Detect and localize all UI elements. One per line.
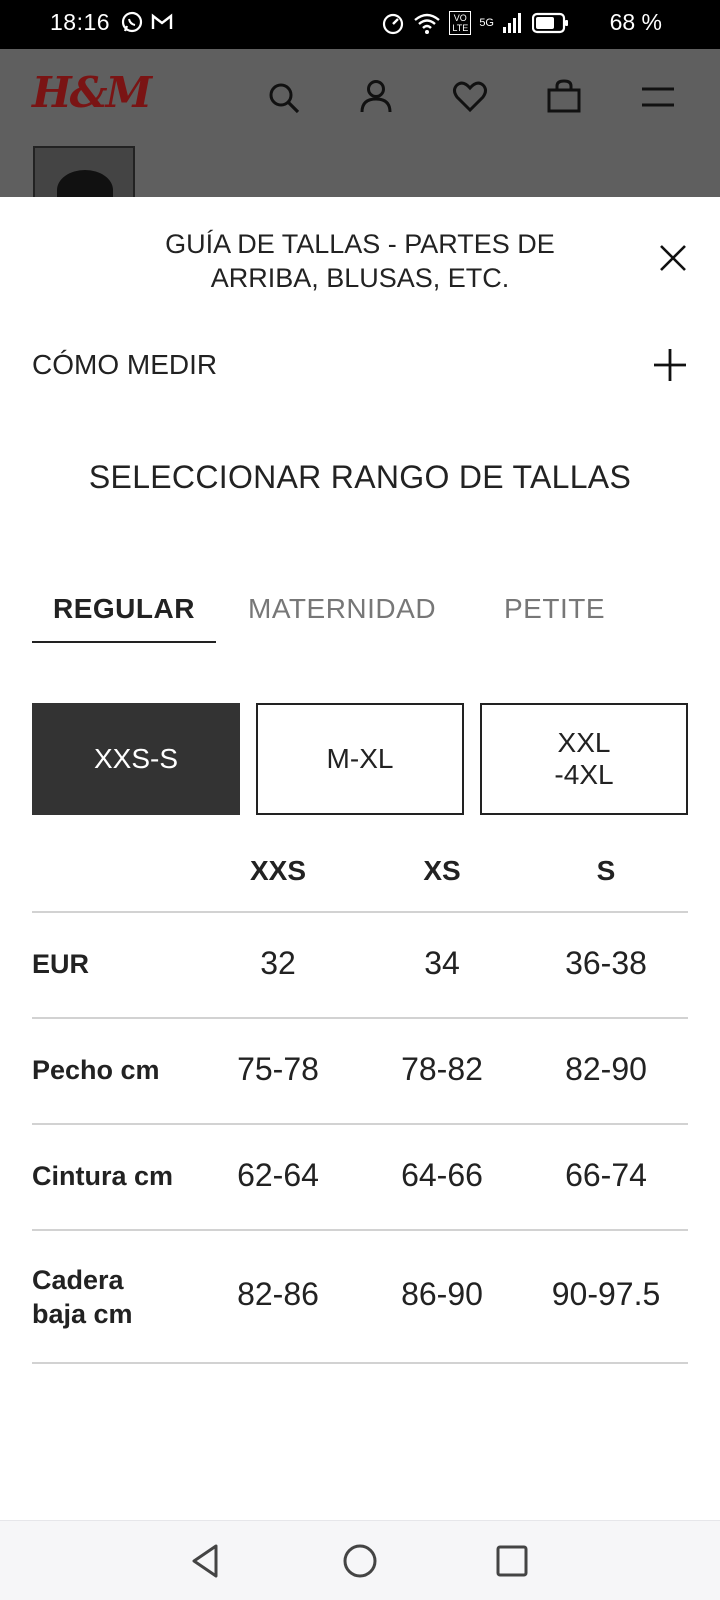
range-m-xl-button[interactable]: M-XL — [256, 703, 464, 815]
tab-petite[interactable]: PETITE — [504, 587, 605, 631]
product-thumbnail — [33, 146, 135, 197]
range-label: XXL-4XL — [554, 727, 614, 790]
account-icon[interactable] — [358, 78, 394, 114]
range-xxs-s-button[interactable]: XXS-S — [32, 703, 240, 815]
search-icon[interactable] — [266, 80, 302, 116]
status-time: 18:16 — [50, 9, 111, 35]
how-to-measure-accordion[interactable]: CÓMO MEDIR — [32, 345, 688, 385]
system-icons: VO LTE 5G — [381, 11, 570, 35]
sheet-title-line1: GUÍA DE TALLAS - PARTES DE — [165, 229, 555, 259]
range-label: XXS-S — [93, 743, 179, 774]
table-cell: 64-66 — [401, 1157, 483, 1193]
size-guide-sheet: GUÍA DE TALLAS - PARTES DE ARRIBA, BLUSA… — [0, 197, 720, 1520]
row-label: EUR — [32, 949, 90, 979]
row-label: Cadera baja cm — [32, 1265, 133, 1329]
network-badge: 5G — [479, 17, 494, 29]
table-row: Cadera baja cm 82-86 86-90 90-97.5 — [32, 1231, 688, 1364]
speed-icon — [383, 13, 404, 35]
table-header-row: XXS XS S — [32, 837, 688, 913]
plus-icon[interactable] — [652, 347, 688, 383]
volte-badge: VO LTE — [449, 11, 472, 35]
home-icon[interactable] — [338, 1539, 382, 1583]
table-row: Pecho cm 75-78 78-82 82-90 — [32, 1019, 688, 1125]
heart-icon[interactable] — [452, 79, 488, 115]
size-table: XXS XS S EUR 32 34 36-38 Pecho cm 75-78 … — [32, 837, 688, 1364]
column-header: XS — [423, 855, 461, 886]
whatsapp-icon — [121, 11, 143, 33]
column-header: XXS — [249, 855, 307, 886]
gmail-icon — [151, 13, 173, 29]
table-cell: 66-74 — [565, 1157, 647, 1193]
table-cell: 82-90 — [565, 1051, 647, 1087]
table-cell: 62-64 — [237, 1157, 319, 1193]
table-cell: 78-82 — [401, 1051, 483, 1087]
how-to-measure-label: CÓMO MEDIR — [32, 349, 218, 380]
close-icon[interactable] — [658, 243, 688, 273]
table-cell: 86-90 — [401, 1276, 483, 1312]
wifi-icon — [414, 13, 441, 34]
row-label: Cintura cm — [32, 1161, 174, 1191]
battery-icon — [532, 12, 568, 34]
sheet-title-line2: ARRIBA, BLUSAS, ETC. — [210, 263, 510, 293]
table-cell: 34 — [424, 945, 460, 981]
site-header: H&M — [0, 49, 720, 197]
notification-icons — [120, 10, 174, 34]
shopping-bag-icon[interactable] — [546, 78, 582, 114]
table-cell: 75-78 — [237, 1051, 319, 1087]
size-type-tabs: REGULAR MATERNIDAD PETITE — [32, 587, 688, 643]
table-cell: 36-38 — [565, 945, 647, 981]
range-xxl-4xl-button[interactable]: XXL-4XL — [480, 703, 688, 815]
active-tab-underline — [32, 641, 216, 643]
brand-logo[interactable]: H&M — [32, 68, 152, 117]
status-bar: 18:16 VO LTE 5G 68 % — [0, 0, 720, 49]
system-nav-bar — [0, 1520, 720, 1600]
battery-percent: 68 % — [609, 9, 662, 35]
tab-regular[interactable]: REGULAR — [53, 587, 195, 631]
recents-icon[interactable] — [490, 1539, 534, 1583]
table-cell: 90-97.5 — [551, 1276, 661, 1312]
menu-icon[interactable] — [640, 79, 676, 115]
back-icon[interactable] — [184, 1539, 228, 1583]
row-label: Pecho cm — [32, 1055, 160, 1085]
signal-icon — [503, 13, 521, 33]
column-header: S — [596, 855, 616, 886]
range-label: M-XL — [326, 743, 394, 774]
table-row: EUR 32 34 36-38 — [32, 913, 688, 1019]
size-range-selector: XXS-S M-XL XXL-4XL — [32, 703, 688, 815]
table-cell: 82-86 — [237, 1276, 319, 1312]
table-cell: 32 — [260, 945, 296, 981]
table-row: Cintura cm 62-64 64-66 66-74 — [32, 1125, 688, 1231]
sheet-title: GUÍA DE TALLAS - PARTES DE ARRIBA, BLUSA… — [100, 227, 620, 295]
tab-maternidad[interactable]: MATERNIDAD — [248, 587, 436, 631]
range-heading: SELECCIONAR RANGO DE TALLAS — [88, 459, 632, 495]
